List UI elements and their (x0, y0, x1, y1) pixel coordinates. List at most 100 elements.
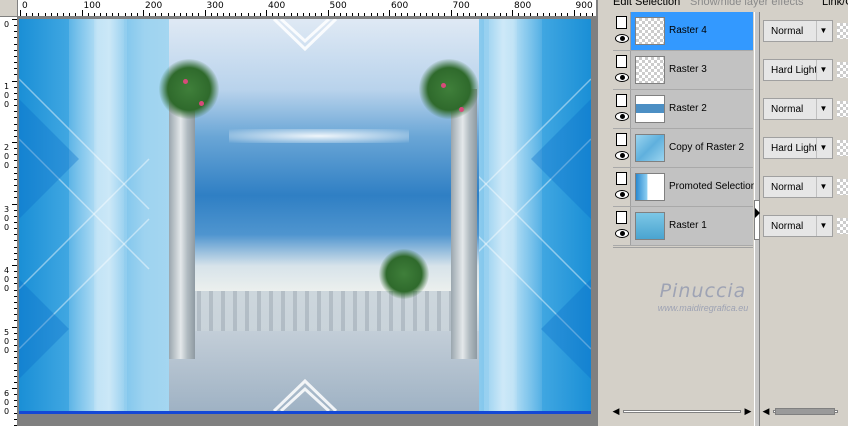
ruler-major-tick (450, 10, 452, 16)
ruler-minor-tick (14, 418, 17, 420)
ruler-minor-tick (14, 172, 17, 174)
blend-mode-column: Normal ▼ Hard Light ▼ Normal ▼ Hard Light ▼ Norm… (761, 12, 848, 247)
layer-toggles (613, 168, 631, 206)
blend-mode-value: Normal (771, 104, 804, 115)
ruler-minor-tick (309, 13, 311, 16)
layers-palette[interactable]: Edit Selection Show/hide layer effects L… (596, 0, 848, 426)
ruler-label: 100 (3, 81, 10, 109)
ruler-minor-tick (14, 338, 17, 340)
layer-list-scrollbar[interactable]: ◀ ▶ (611, 404, 753, 418)
ruler-minor-tick (222, 13, 224, 16)
ruler-corner (0, 0, 18, 17)
ruler-label: 400 (268, 1, 286, 11)
blend-mode-select[interactable]: Normal ▼ (763, 215, 833, 237)
page-icon[interactable] (616, 172, 627, 185)
ruler-minor-tick (14, 271, 17, 273)
ruler-minor-tick (14, 166, 17, 168)
show-hide-effects-tab[interactable]: Show/hide layer effects (690, 0, 804, 8)
ruler-label: 700 (452, 1, 470, 11)
chevron-down-icon[interactable]: ▼ (816, 138, 830, 158)
ruler-minor-tick (290, 13, 292, 16)
ruler-major-tick (20, 10, 21, 16)
chevron-down-icon[interactable]: ▼ (816, 21, 830, 41)
layer-row[interactable]: Raster 2 (613, 90, 753, 129)
layer-row[interactable]: Promoted Selection (613, 168, 756, 207)
ruler-minor-tick (149, 13, 151, 16)
arrow-right-icon[interactable]: ▶ (743, 406, 753, 416)
ruler-major-tick (12, 326, 17, 328)
ruler-major-tick (12, 203, 17, 205)
ruler-major-tick (204, 10, 206, 16)
ruler-minor-tick (456, 13, 458, 16)
ruler-minor-tick (567, 13, 569, 16)
blend-mode-select[interactable]: Hard Light ▼ (763, 59, 833, 81)
ruler-minor-tick (216, 13, 218, 16)
ruler-minor-tick (210, 13, 212, 16)
palette-splitter[interactable] (754, 12, 760, 426)
scroll-thumb[interactable] (775, 408, 835, 415)
blend-mode-row: Normal ▼ (761, 12, 848, 51)
chevron-down-icon[interactable]: ▼ (816, 216, 830, 236)
ruler-minor-tick (192, 13, 194, 16)
ruler-minor-tick (118, 13, 120, 16)
ruler-minor-tick (14, 412, 17, 414)
arrow-left-icon[interactable]: ◀ (611, 406, 621, 416)
chevron-down-icon[interactable]: ▼ (816, 99, 830, 119)
blend-mode-row: Normal ▼ (761, 207, 848, 246)
eye-icon[interactable] (615, 34, 629, 43)
layer-name: Copy of Raster 2 (669, 142, 745, 153)
layer-row[interactable]: Raster 4 (613, 12, 753, 51)
page-icon[interactable] (616, 94, 627, 107)
ruler-major-tick (327, 10, 329, 16)
blend-mode-select[interactable]: Normal ▼ (763, 176, 833, 198)
arrow-right-icon[interactable] (755, 208, 760, 218)
blend-mode-select[interactable]: Normal ▼ (763, 20, 833, 42)
page-icon[interactable] (616, 55, 627, 68)
splitter-handle[interactable] (754, 200, 760, 240)
ruler-minor-tick (401, 13, 403, 16)
blend-scrollbar[interactable]: ◀ (761, 404, 848, 418)
layer-thumbnail (635, 173, 665, 201)
arrow-left-icon[interactable]: ◀ (761, 406, 771, 416)
page-icon[interactable] (616, 211, 627, 224)
edit-selection-tab[interactable]: Edit Selection (613, 0, 680, 8)
layer-row[interactable]: Raster 3 (613, 51, 753, 90)
blend-mode-select[interactable]: Hard Light ▼ (763, 137, 833, 159)
ruler-minor-tick (14, 320, 17, 322)
scroll-track[interactable] (623, 410, 741, 413)
link-tab[interactable]: Link/O (822, 0, 848, 8)
ruler-minor-tick (370, 13, 372, 16)
eye-icon[interactable] (615, 73, 629, 82)
page-icon[interactable] (616, 133, 627, 146)
horizontal-ruler: 0 100 200 300 400 500 600 700 800 900 (18, 0, 596, 17)
canvas-area[interactable]: 0 100 200 300 400 500 600 700 800 900 0 100 200 300 4… (0, 0, 596, 426)
ruler-minor-tick (14, 123, 17, 125)
page-icon[interactable] (616, 16, 627, 29)
ruler-minor-tick (542, 13, 544, 16)
chevron-down-icon[interactable]: ▼ (816, 177, 830, 197)
eye-icon[interactable] (615, 190, 629, 199)
blend-mode-select[interactable]: Normal ▼ (763, 98, 833, 120)
ruler-minor-tick (14, 55, 17, 57)
ruler-minor-tick (462, 13, 464, 16)
document-image[interactable] (19, 19, 591, 411)
ruler-minor-tick (106, 13, 108, 16)
eye-icon[interactable] (615, 151, 629, 160)
layer-row[interactable]: Copy of Raster 2 (613, 129, 753, 168)
ruler-minor-tick (93, 13, 95, 16)
layer-row[interactable]: Raster 1 (613, 207, 753, 246)
eye-icon[interactable] (615, 229, 629, 238)
eye-icon[interactable] (615, 112, 629, 121)
ruler-minor-tick (14, 31, 17, 33)
ruler-minor-tick (591, 13, 593, 16)
layer-thumbnail (635, 95, 665, 123)
ruler-minor-tick (14, 246, 17, 248)
ruler-minor-tick (14, 357, 17, 359)
ruler-minor-tick (444, 13, 446, 16)
ruler-label: 900 (575, 1, 593, 11)
chevron-down-icon[interactable]: ▼ (816, 60, 830, 80)
ruler-minor-tick (14, 215, 17, 217)
ruler-minor-tick (382, 13, 384, 16)
ruler-minor-tick (167, 13, 169, 16)
palette-toolbar: Edit Selection Show/hide layer effects L… (598, 0, 848, 8)
